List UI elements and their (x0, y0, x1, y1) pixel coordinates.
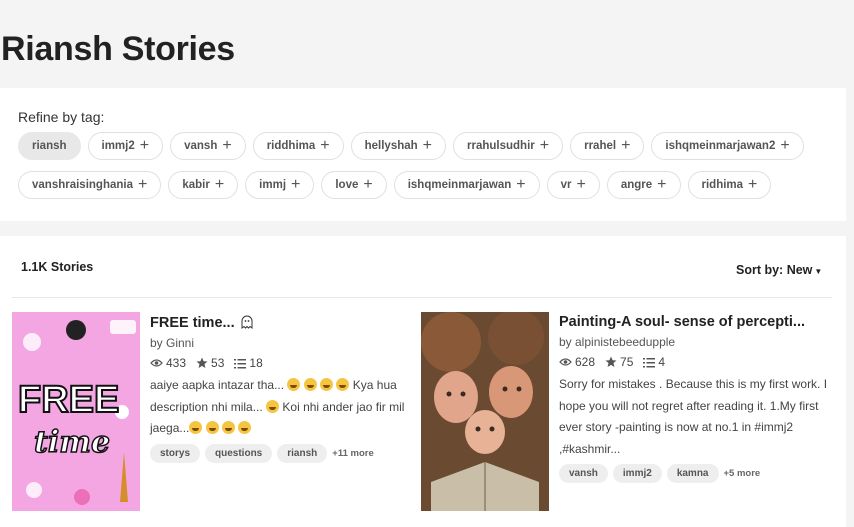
parts-count: 4 (658, 355, 666, 369)
parts-count: 18 (249, 356, 263, 370)
plus-icon: + (363, 176, 373, 193)
svg-text:time: time (34, 425, 110, 460)
tag-hellyshah[interactable]: hellyshah + (350, 132, 447, 160)
plus-icon: + (748, 176, 758, 193)
grin-emoji-icon (336, 378, 350, 391)
plus-icon: + (657, 176, 667, 193)
story-title[interactable]: FREE time... (150, 314, 422, 331)
tag-rrahulsudhir[interactable]: rrahulsudhir + (453, 132, 564, 160)
story-description: aaiye aapka intazar tha... Kya hua descr… (150, 378, 405, 435)
tag-ishqmeinmarjawan2[interactable]: ishqmeinmarjawan2 + (651, 132, 804, 160)
grin-emoji-icon (320, 378, 334, 391)
story-tags: storys questions riansh +11 more (150, 443, 422, 463)
story-stats: 628 75 4 (559, 355, 831, 369)
plus-icon: + (214, 176, 225, 193)
plus-icon: + (539, 137, 550, 154)
plus-icon: + (320, 137, 330, 154)
reads-stat: 628 (559, 355, 595, 369)
story-info: Painting-A soul- sense of percepti... by… (559, 312, 831, 483)
reads-stat: 433 (150, 356, 186, 370)
plus-icon: + (780, 137, 790, 154)
list-icon (643, 357, 656, 368)
refine-label: Refine by tag: (18, 109, 105, 125)
caret-down-icon: ▼ (814, 267, 823, 276)
story-description: Sorry for mistakes . Because this is my … (559, 377, 828, 456)
story-author: by Ginni (150, 336, 422, 350)
author-link[interactable]: by Ginni (150, 336, 194, 350)
grin-emoji-icon (303, 378, 317, 391)
votes-stat: 53 (196, 356, 224, 370)
svg-text:FREE: FREE (18, 379, 119, 421)
plus-icon: + (516, 176, 526, 193)
tag-vanshraisinghania[interactable]: vanshraisinghania + (18, 171, 162, 199)
eye-icon (150, 358, 163, 368)
tag-riansh[interactable]: riansh (18, 132, 81, 160)
tag-row-2: vanshraisinghania + kabir + immj + love + is… (18, 171, 772, 199)
parts-stat: 4 (643, 355, 665, 369)
story-stats: 433 53 18 (150, 356, 422, 370)
surprised-emoji-icon (266, 399, 280, 413)
story-tags: vansh immj2 kamna +5 more (559, 464, 831, 483)
author-link[interactable]: by alpinistebeedupple (559, 335, 675, 349)
laugh-emoji-icon (205, 421, 219, 434)
tag-row-1: riansh immj2 + vansh + riddhima + hellyshah… (18, 132, 804, 160)
story-title[interactable]: Painting-A soul- sense of percepti... (559, 314, 831, 330)
story-tag[interactable]: storys (150, 443, 201, 463)
votes-count: 53 (211, 356, 225, 370)
parts-stat: 18 (234, 356, 263, 370)
story-tag[interactable]: vansh (559, 464, 608, 483)
plus-icon: + (422, 137, 433, 154)
story-tag[interactable]: questions (205, 443, 273, 463)
sort-dropdown[interactable]: Sort by: New ▼ (736, 263, 822, 277)
story-info: FREE time... by Ginni 433 53 18 aaiye aa… (150, 312, 422, 463)
tag-kabir[interactable]: kabir + (168, 171, 239, 199)
more-tags-link[interactable]: +11 more (332, 448, 373, 459)
divider (12, 297, 832, 298)
plus-icon: + (621, 137, 631, 154)
tag-vr[interactable]: vr + (546, 171, 600, 199)
more-tags-link[interactable]: +5 more (724, 468, 761, 479)
plus-icon: + (291, 176, 301, 193)
tag-immj[interactable]: immj + (245, 171, 315, 199)
plus-icon: + (576, 176, 586, 193)
story-cover[interactable]: FREE time (12, 312, 140, 511)
tag-rrahel[interactable]: rrahel + (570, 132, 645, 160)
sort-label: Sort by: New (736, 263, 813, 277)
plus-icon: + (139, 137, 150, 154)
star-icon (605, 356, 617, 368)
star-icon (196, 357, 208, 369)
tag-immj2[interactable]: immj2 + (87, 132, 164, 160)
ghost-emoji-icon (239, 315, 255, 331)
plus-icon: + (222, 137, 232, 154)
tag-vansh[interactable]: vansh + (170, 132, 246, 160)
reads-count: 628 (575, 355, 596, 369)
reads-count: 433 (166, 356, 187, 370)
story-tag[interactable]: immj2 (612, 464, 662, 483)
list-icon (234, 358, 247, 369)
page-title: Riansh Stories (1, 30, 235, 68)
tag-love[interactable]: love + (321, 171, 387, 199)
grin-emoji-icon (287, 378, 301, 391)
story-cover[interactable] (421, 312, 549, 511)
tag-ridhima[interactable]: ridhima + (687, 171, 772, 199)
story-tag[interactable]: riansh (277, 443, 328, 463)
tag-ishqmeinmarjawan[interactable]: ishqmeinmarjawan + (393, 171, 540, 199)
story-tag[interactable]: kamna (666, 464, 719, 483)
eye-icon (559, 357, 572, 367)
tag-riddhima[interactable]: riddhima + (252, 132, 344, 160)
votes-count: 75 (620, 355, 634, 369)
plus-icon: + (137, 176, 148, 193)
stories-count: 1.1K Stories (21, 260, 94, 274)
tag-angre[interactable]: angre + (606, 171, 681, 199)
laugh-emoji-icon (222, 421, 236, 434)
votes-stat: 75 (605, 355, 633, 369)
laugh-emoji-icon (238, 421, 252, 434)
story-author: by alpinistebeedupple (559, 335, 831, 349)
laugh-emoji-icon (189, 421, 203, 434)
